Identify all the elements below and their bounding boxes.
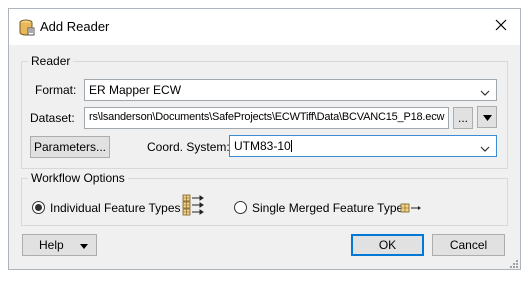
dataset-input[interactable]: rs\lsanderson\Documents\SafeProjects\ECW… — [84, 107, 449, 129]
coord-system-value: UTM83-10 — [234, 139, 291, 153]
triangle-down-icon — [80, 235, 88, 255]
ok-label: OK — [378, 238, 397, 252]
single-merged-feature-type-label[interactable]: Single Merged Feature Type — [252, 201, 403, 215]
parameters-label: Parameters... — [33, 140, 107, 154]
browse-button[interactable]: ... — [453, 107, 473, 129]
workflow-options-label: Workflow Options — [28, 171, 128, 185]
text-cursor — [290, 140, 292, 152]
format-select[interactable]: ER Mapper ECW — [84, 79, 497, 101]
dialog-title: Add Reader — [40, 19, 110, 34]
ok-button[interactable]: OK — [351, 234, 424, 256]
triangle-down-icon — [482, 110, 492, 124]
dataset-dropdown-button[interactable] — [477, 106, 497, 128]
help-label: Help — [39, 238, 64, 252]
reader-group-label: Reader — [28, 54, 74, 68]
coord-system-select[interactable]: UTM83-10 — [229, 135, 497, 157]
help-button[interactable]: Help — [22, 234, 97, 256]
cancel-label: Cancel — [449, 238, 488, 252]
format-label: Format: — [35, 83, 77, 97]
parameters-button[interactable]: Parameters... — [30, 136, 110, 158]
resize-grip-icon[interactable] — [508, 257, 518, 268]
add-reader-dialog: Add Reader Reader Format: ER Mapper ECW … — [8, 8, 521, 270]
format-value: ER Mapper ECW — [89, 83, 182, 97]
close-button[interactable] — [482, 9, 520, 43]
radio-selected-dot — [35, 204, 42, 211]
cancel-button[interactable]: Cancel — [432, 234, 505, 256]
dataset-value: rs\lsanderson\Documents\SafeProjects\ECW… — [89, 111, 445, 123]
workflow-options-group: Workflow Options Individual Feature Type… — [21, 171, 508, 226]
reader-group: Reader Format: ER Mapper ECW Dataset: rs… — [21, 54, 508, 169]
close-icon — [495, 19, 507, 34]
individual-feature-types-label[interactable]: Individual Feature Types — [50, 201, 181, 215]
coord-system-label: Coord. System: — [147, 140, 230, 154]
single-merged-feature-type-radio[interactable] — [234, 201, 247, 214]
single-feature-type-icon — [400, 202, 422, 216]
individual-feature-types-radio[interactable] — [32, 201, 45, 214]
chevron-down-icon — [480, 86, 490, 96]
chevron-down-icon — [480, 142, 490, 152]
title-bar: Add Reader — [9, 9, 520, 45]
reader-cylinder-icon — [19, 19, 35, 37]
browse-label: ... — [457, 111, 468, 125]
multiple-feature-types-icon — [182, 194, 204, 221]
dataset-label: Dataset: — [30, 111, 75, 125]
